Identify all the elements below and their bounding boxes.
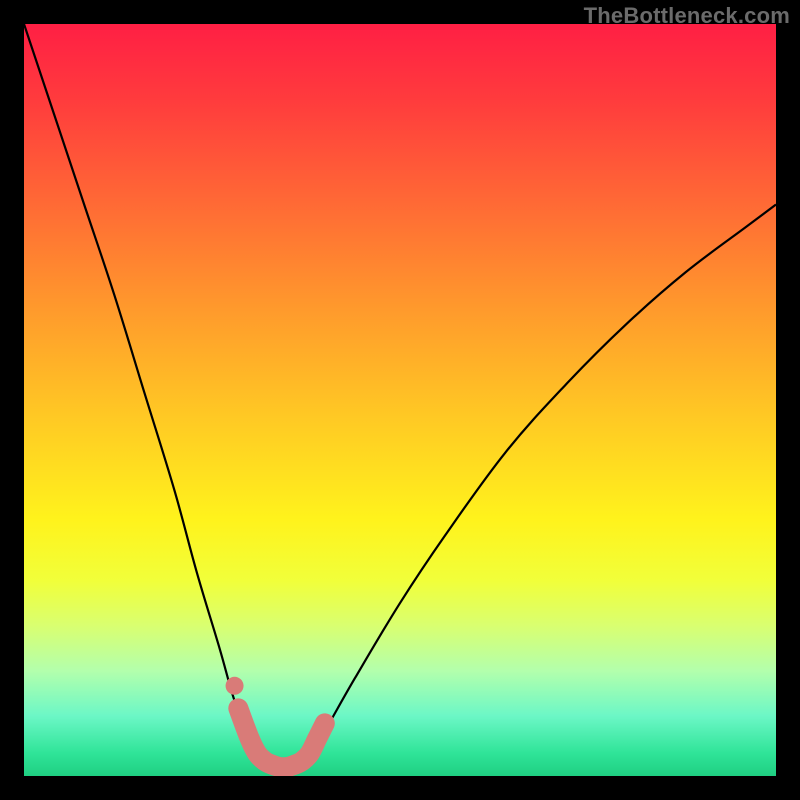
watermark-text: TheBottleneck.com xyxy=(584,3,790,29)
bottleneck-curve xyxy=(24,24,776,767)
sweet-spot-band xyxy=(238,708,324,767)
chart-svg xyxy=(24,24,776,776)
plot-area xyxy=(24,24,776,776)
sweet-spot-dot xyxy=(226,677,244,695)
